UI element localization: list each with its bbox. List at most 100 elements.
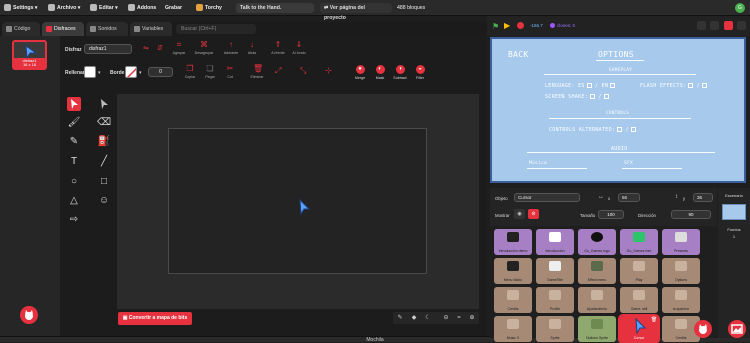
y-input[interactable]: 36 [693, 193, 713, 202]
eye-icon[interactable]: ◉ [514, 209, 525, 219]
flip-vertical-icon[interactable]: ⇵ [157, 44, 163, 52]
zoom-in-icon[interactable]: ⊕ [467, 313, 477, 323]
sprite-tile[interactable]: Introducción demo [494, 229, 532, 255]
sprite-tile[interactable]: Introducción [536, 229, 574, 255]
ungroup-button[interactable]: ⌘ Desagrupar [193, 41, 215, 56]
game-stage[interactable]: BACK OPTIONS GAMEPLAY LENGUAGE: ES / EN … [490, 37, 746, 183]
fill-tool[interactable]: ⛽ [97, 135, 111, 149]
sprite-tile[interactable]: Sprite [536, 316, 574, 342]
sprite-tile-selected[interactable]: Cursor 🗑 [618, 314, 660, 343]
fullscreen-icon[interactable] [737, 21, 746, 30]
size-input[interactable]: 100 [598, 210, 624, 219]
sprite-tile[interactable]: Music X [494, 316, 532, 342]
sprite-tile[interactable]: Options [662, 258, 700, 284]
forward-button[interactable]: ↑ Adelante [220, 41, 242, 56]
flip-v-icon[interactable]: ⤡ [300, 66, 306, 76]
brush-tool[interactable]: 🖌 [67, 116, 81, 130]
tab-costumes[interactable]: Disfraces [42, 22, 84, 36]
stop-icon[interactable] [517, 22, 524, 29]
sprite-name-input[interactable]: Cursor [514, 193, 580, 202]
fill-mode-icon[interactable]: ◆ [409, 313, 419, 323]
flip-h-icon[interactable]: ⤢ [275, 66, 281, 76]
addons-button[interactable]: Addons [128, 3, 156, 13]
flash-effects-option[interactable]: FLASH EFFECTS: / [640, 83, 707, 89]
edit-menu[interactable]: Editar ▾ [90, 3, 118, 13]
chevron-down-icon[interactable]: ▾ [98, 70, 101, 76]
pencil-mode-icon[interactable]: ✎ [395, 313, 405, 323]
sprite-tile[interactable]: Go_Games logo [578, 229, 616, 255]
eye-hidden-icon[interactable]: ⊘ [528, 209, 539, 219]
front-button[interactable]: ⇑ Al frente [267, 41, 289, 56]
outline-width-input[interactable]: 0 [148, 67, 173, 77]
copy-button[interactable]: ❐ Copiar [179, 65, 201, 80]
sprite-tile[interactable]: Effect menu [578, 258, 616, 284]
stage-selector[interactable]: Escenario Fondos 1 [718, 188, 750, 338]
sprite-tile[interactable]: la aparece [662, 287, 700, 313]
costume-name-input[interactable]: disfraz1 [84, 44, 132, 54]
fill-color-swatch[interactable] [84, 66, 96, 78]
select-tool[interactable] [67, 97, 81, 111]
outline-color-swatch[interactable] [125, 66, 137, 78]
text-tool[interactable]: T [67, 155, 81, 169]
green-flag-icon[interactable]: ⚑ [492, 22, 499, 31]
add-costume-button[interactable] [20, 306, 38, 324]
reshape-tool[interactable] [97, 97, 111, 111]
file-menu[interactable]: Archivo ▾ [48, 3, 80, 13]
sprite-tile[interactable]: Ajustamiento [578, 287, 616, 313]
moon-icon[interactable]: ☾ [423, 313, 433, 323]
group-button[interactable]: ⌗ Agrupar [168, 41, 190, 56]
sticker-tool[interactable]: ☺ [97, 194, 111, 208]
sprite-tile[interactable]: GameTitle [536, 258, 574, 284]
screen-shake-option[interactable]: SCREEN SHAKE: / [545, 94, 609, 100]
back-label[interactable]: BACK [508, 50, 528, 59]
sprite-tile[interactable]: Options Sprite [578, 316, 616, 342]
backward-button[interactable]: ↓ Atrás [241, 41, 263, 56]
sfx-slider-label[interactable]: SFX [624, 161, 633, 166]
picker-tool[interactable]: ✎ [67, 135, 81, 149]
add-sprite-button[interactable] [694, 320, 712, 338]
sprite-tile[interactable]: Credits [494, 287, 532, 313]
tab-variables[interactable]: Variables [130, 22, 172, 36]
zoom-out-icon[interactable]: ⊖ [441, 313, 451, 323]
project-title-input[interactable]: Talk to the Hand. [236, 3, 314, 13]
x-input[interactable]: 56 [618, 193, 640, 202]
search-input[interactable]: Buscar (Ctrl+F) [176, 24, 256, 34]
see-project-page-button[interactable]: ⇄ Ver página del proyecto [320, 3, 392, 21]
layout-icon[interactable] [724, 21, 733, 30]
arrow-tool[interactable]: ⇨ [67, 213, 81, 227]
torchy-button[interactable]: Torchy [196, 3, 222, 13]
flip-horizontal-icon[interactable]: ⇋ [143, 44, 149, 52]
tab-code[interactable]: Código [2, 22, 40, 36]
back-button[interactable]: ⇓ Al fondo [288, 41, 310, 56]
sprite-tile[interactable]: Play [620, 258, 658, 284]
settings-menu[interactable]: Settings ▾ [4, 3, 38, 13]
pause-icon[interactable]: ▶ [504, 21, 510, 30]
large-stage-icon[interactable] [710, 21, 719, 30]
direction-input[interactable]: 90 [671, 210, 711, 219]
chevron-down-icon[interactable]: ▾ [139, 70, 142, 76]
costume-item[interactable]: disfraz1 16 x 16 [12, 40, 47, 70]
filter-button[interactable]: ◒ Filter [409, 65, 431, 80]
tab-sounds[interactable]: Sonidos [86, 22, 128, 36]
rectangle-tool[interactable]: □ [97, 175, 111, 189]
record-button[interactable]: Grabar [165, 3, 182, 13]
subtract-button[interactable]: ◑ Subtract [389, 65, 411, 80]
triangle-tool[interactable]: △ [67, 194, 81, 208]
small-stage-icon[interactable] [697, 21, 706, 30]
ellipse-tool[interactable]: ○ [67, 175, 81, 189]
sprite-tile[interactable]: Game: still [620, 287, 658, 313]
merge-button[interactable]: ● Merge [349, 65, 371, 80]
paste-button[interactable]: ❏ Pegar [199, 65, 221, 80]
eraser-tool[interactable]: ⌫ [97, 116, 111, 130]
sprite-tile[interactable]: Menu Mario [494, 258, 532, 284]
convert-to-bitmap-button[interactable]: ▣ Convertir a mapa de bits [118, 312, 192, 325]
cut-button[interactable]: ✂ Cut [219, 65, 241, 80]
music-slider-label[interactable]: Música [529, 161, 547, 166]
avatar[interactable]: G [735, 3, 745, 13]
controls-alternated-option[interactable]: CONTROLS ALTERNATED: / [549, 127, 636, 133]
sprite-tile[interactable]: Presents [662, 229, 700, 255]
center-icon[interactable]: ⊹ [325, 66, 332, 75]
zoom-reset-icon[interactable]: = [454, 313, 464, 323]
drawing-canvas[interactable] [168, 128, 427, 274]
mask-button[interactable]: ◐ Mask [369, 65, 391, 80]
